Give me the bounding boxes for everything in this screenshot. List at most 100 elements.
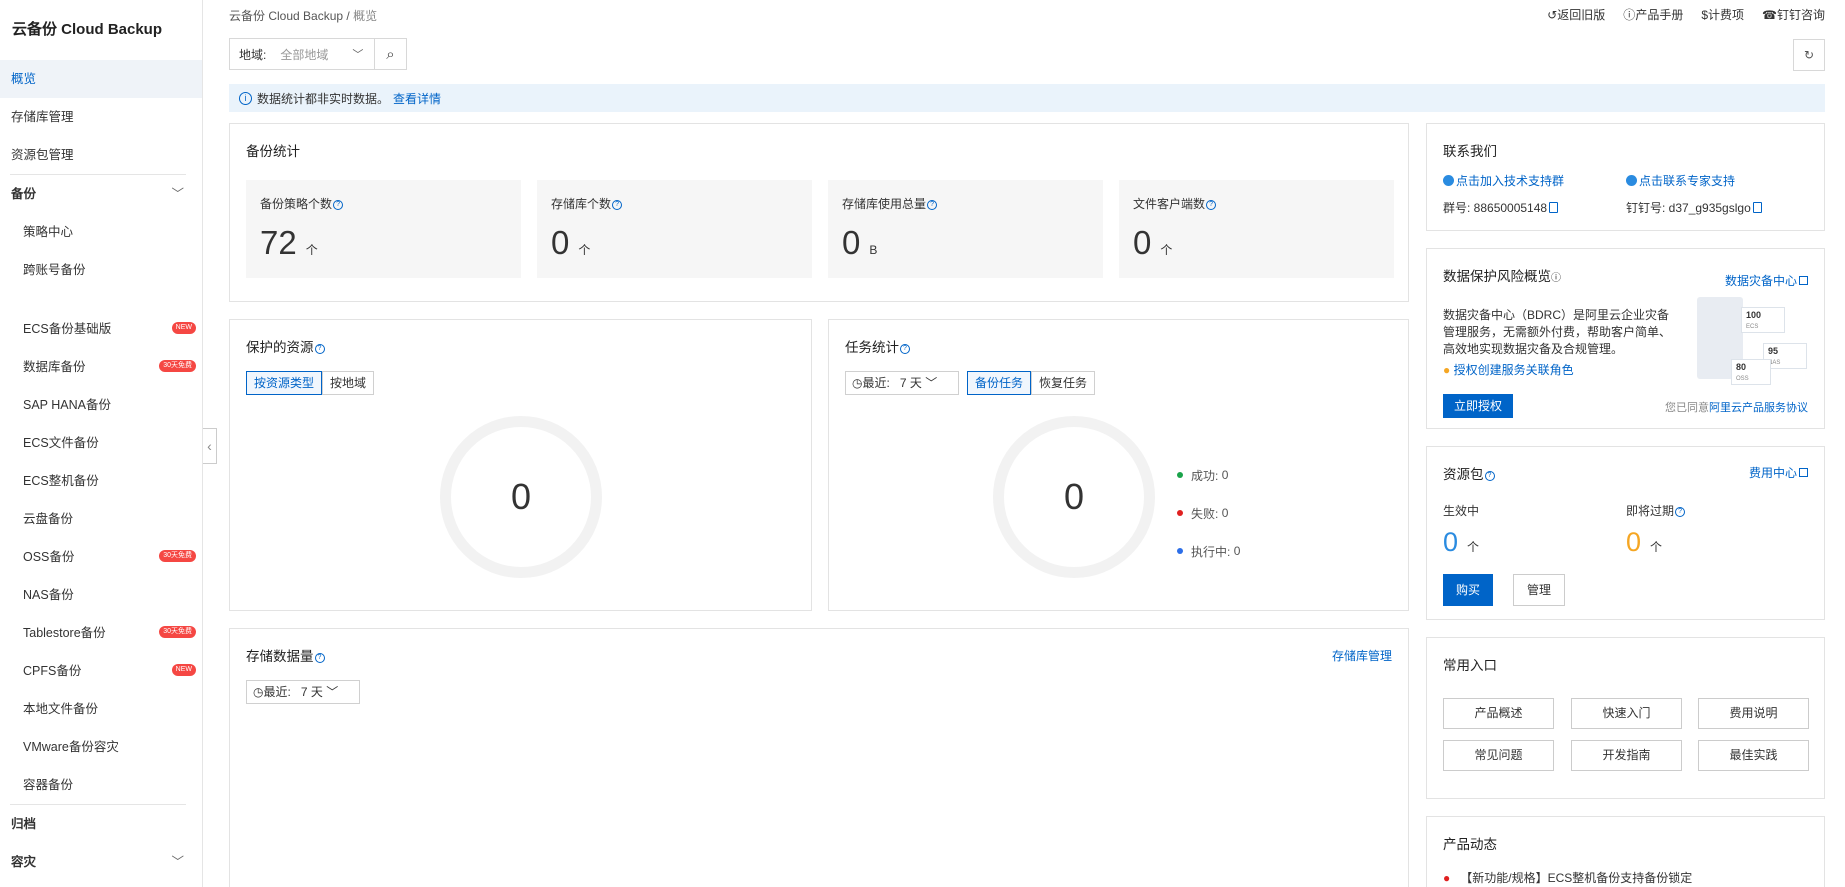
tab-by-region[interactable]: 按地域 <box>322 371 375 395</box>
region-selector[interactable]: 地域: 全部地域 ﹀ ⌕ <box>229 38 407 70</box>
buy-button[interactable]: 购买 <box>1443 574 1494 606</box>
notice-text: 数据统计都非实时数据。 <box>257 91 390 106</box>
sidebar-group-backup[interactable]: 备份 ﹀ <box>0 175 202 213</box>
region-label: 地域: <box>239 47 267 62</box>
external-link-icon <box>1799 468 1808 477</box>
agreement-link[interactable]: 阿里云产品服务协议 <box>1709 402 1808 414</box>
notice-detail-link[interactable]: 查看详情 <box>393 90 441 107</box>
storage-time-range-select[interactable]: ◷最近: 7 天 ﹀ <box>246 680 360 704</box>
billing-center-link[interactable]: 费用中心 <box>1749 464 1808 481</box>
resource-package-card: 资源包? 费用中心 生效中 即将过期? 0个 0个 购买 管理 <box>1426 446 1825 620</box>
help-icon[interactable]: ? <box>314 653 325 663</box>
sidebar-item-product[interactable]: VMware备份容灾 <box>0 728 202 766</box>
sidebar-item-product[interactable]: 容器备份 <box>0 766 202 804</box>
product-news-card: 产品动态 ● 【新功能/规格】ECS整机备份支持备份锁定 <box>1426 816 1825 887</box>
manual-link[interactable]: ⓘ产品手册 <box>1623 6 1683 23</box>
sidebar-item-vaults[interactable]: 存储库管理 <box>0 98 202 136</box>
entrance-quick-start[interactable]: 快速入门 <box>1571 698 1682 729</box>
region-value[interactable]: 全部地域 <box>280 46 352 63</box>
legend-running: 执行中: 0 <box>1177 532 1240 570</box>
sidebar-item-product[interactable]: OSS备份 30天免费 <box>0 538 202 576</box>
tab-restore-tasks[interactable]: 恢复任务 <box>1031 371 1096 395</box>
authorize-now-button[interactable]: 立即授权 <box>1443 394 1514 418</box>
sidebar-item-product[interactable]: 本地文件备份 <box>0 690 202 728</box>
sidebar-group-label: 容灾 <box>11 855 37 869</box>
sidebar-group-dr[interactable]: 容灾 ﹀ <box>0 843 202 881</box>
help-icon[interactable]: ? <box>1484 471 1495 481</box>
metric-tag: 80 OSS <box>1731 359 1771 385</box>
info-icon[interactable]: ⓘ <box>1551 273 1561 284</box>
sidebar-item-product[interactable]: NAS备份 <box>0 576 202 614</box>
legend-failed: 失败: 0 <box>1177 494 1240 532</box>
breadcrumb-separator: / <box>346 9 350 23</box>
info-icon: i <box>239 91 252 105</box>
auth-role-link[interactable]: ● 授权创建服务关联角色 <box>1443 361 1574 378</box>
sidebar-item-product[interactable]: ECS备份基础版 NEW <box>0 310 202 348</box>
breadcrumb-root[interactable]: 云备份 Cloud Backup <box>229 9 343 23</box>
task-legend: 成功: 0 失败: 0 执行中: 0 <box>1177 456 1240 570</box>
entrance-pricing[interactable]: 费用说明 <box>1698 698 1809 729</box>
news-item[interactable]: ● 【新功能/规格】ECS整机备份支持备份锁定 <box>1443 869 1692 886</box>
sidebar-item-product[interactable]: CPFS备份 NEW <box>0 652 202 690</box>
help-icon[interactable]: ? <box>314 344 325 354</box>
sidebar-item-overview[interactable]: 概览 <box>0 60 202 98</box>
help-icon[interactable]: ? <box>927 200 938 210</box>
active-label: 生效中 <box>1443 504 1480 518</box>
help-icon[interactable]: ? <box>900 344 910 354</box>
help-icon[interactable]: ? <box>333 200 344 210</box>
sidebar-item-cross-account[interactable]: 跨账号备份 <box>0 251 202 289</box>
risk-description: 数据灾备中心（BDRC）是阿里云企业灾备管理服务，无需额外付费，帮助客户简单、高… <box>1443 308 1672 356</box>
sidebar-item-product[interactable]: 云盘备份 <box>0 500 202 538</box>
sidebar-item-policy-center[interactable]: 策略中心 <box>0 213 202 251</box>
sidebar-collapse-button[interactable]: ‹ <box>203 428 217 464</box>
contact-title: 联系我们 <box>1443 144 1497 159</box>
entrance-product-overview[interactable]: 产品概述 <box>1443 698 1554 729</box>
tab-backup-tasks[interactable]: 备份任务 <box>967 371 1032 395</box>
billing-link[interactable]: $计费项 <box>1701 6 1744 23</box>
expiring-label: 即将过期? <box>1626 502 1686 519</box>
entrance-dev-guide[interactable]: 开发指南 <box>1571 740 1682 771</box>
stat-value: 0 <box>842 224 861 261</box>
dingtalk-link[interactable]: ☎钉钉咨询 <box>1762 6 1825 23</box>
common-entrances-card: 常用入口 产品概述 快速入门 费用说明 常见问题 开发指南 最佳实践 <box>1426 637 1825 799</box>
copy-icon[interactable] <box>1752 202 1762 213</box>
search-icon[interactable]: ⌕ <box>374 39 406 69</box>
expert-support-link[interactable]: 点击联系专家支持 <box>1626 172 1735 189</box>
active-count: 0个 <box>1443 527 1480 557</box>
sidebar-item-packages[interactable]: 资源包管理 <box>0 136 202 174</box>
help-icon[interactable]: ? <box>612 200 623 210</box>
sidebar-item-product[interactable]: 数据库备份 30天免费 <box>0 348 202 386</box>
backup-stats-title: 备份统计 <box>246 144 300 159</box>
sidebar-item-product[interactable]: Tablestore备份 30天免费 <box>0 614 202 652</box>
sidebar-item-archive[interactable]: 归档 <box>0 805 202 843</box>
vault-management-link[interactable]: 存储库管理 <box>1332 647 1392 664</box>
group-number: 群号: 88650005148 <box>1443 199 1559 216</box>
server-illustration: 100 ECS 95 NAS 80 OSS <box>1691 287 1821 387</box>
task-donut: 0 <box>993 416 1155 578</box>
manage-button[interactable]: 管理 <box>1513 574 1566 606</box>
external-link-icon <box>1799 276 1808 285</box>
support-group-link[interactable]: 点击加入技术支持群 <box>1443 172 1564 189</box>
clock-icon: ◷ <box>253 685 264 699</box>
sidebar-backup-products: ECS备份基础版 NEW 数据库备份 30天免费 SAP HANA备份 ECS文件备份 EC… <box>0 310 202 804</box>
entrance-faq[interactable]: 常见问题 <box>1443 740 1554 771</box>
copy-icon[interactable] <box>1549 202 1559 213</box>
entrance-best-practice[interactable]: 最佳实践 <box>1698 740 1809 771</box>
agreement-note: 您已同意阿里云产品服务协议 <box>1665 402 1808 414</box>
help-icon[interactable]: ? <box>1675 507 1686 517</box>
notice-bar: i 数据统计都非实时数据。 查看详情 <box>229 84 1825 112</box>
back-to-old-link[interactable]: ↺返回旧版 <box>1547 6 1605 23</box>
sidebar-item-product[interactable]: ECS文件备份 <box>0 424 202 462</box>
chevron-down-icon: ﹀ <box>925 376 938 390</box>
sidebar-item-product[interactable]: SAP HANA备份 <box>0 386 202 424</box>
clock-icon: ◷ <box>852 376 863 390</box>
refresh-button[interactable]: ↻ <box>1793 39 1825 71</box>
legend-success: 成功: 0 <box>1177 456 1240 494</box>
sidebar-item-product[interactable]: ECS整机备份 <box>0 462 202 500</box>
stat-vault-count: 存储库个数? 0个 <box>537 180 812 278</box>
product-badge: 30天免费 <box>159 626 196 638</box>
task-time-range-select[interactable]: ◷最近: 7 天 ﹀ <box>845 371 959 395</box>
product-badge: NEW <box>171 664 196 676</box>
help-icon[interactable]: ? <box>1206 200 1217 210</box>
tab-by-resource-type[interactable]: 按资源类型 <box>246 371 323 395</box>
